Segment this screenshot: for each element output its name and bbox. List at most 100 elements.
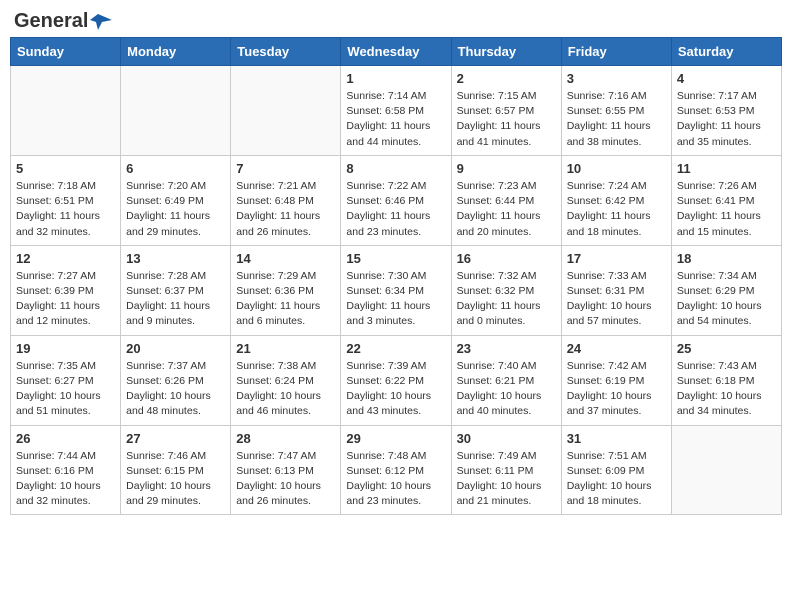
logo: General xyxy=(14,10,112,29)
calendar-cell: 21Sunrise: 7:38 AM Sunset: 6:24 PM Dayli… xyxy=(231,335,341,425)
day-number: 7 xyxy=(236,161,335,176)
day-number: 31 xyxy=(567,431,666,446)
day-number: 5 xyxy=(16,161,115,176)
calendar-cell: 24Sunrise: 7:42 AM Sunset: 6:19 PM Dayli… xyxy=(561,335,671,425)
day-number: 8 xyxy=(346,161,445,176)
day-info: Sunrise: 7:26 AM Sunset: 6:41 PM Dayligh… xyxy=(677,179,776,240)
day-info: Sunrise: 7:37 AM Sunset: 6:26 PM Dayligh… xyxy=(126,359,225,420)
day-info: Sunrise: 7:24 AM Sunset: 6:42 PM Dayligh… xyxy=(567,179,666,240)
weekday-header-wednesday: Wednesday xyxy=(341,38,451,66)
day-number: 20 xyxy=(126,341,225,356)
day-info: Sunrise: 7:51 AM Sunset: 6:09 PM Dayligh… xyxy=(567,449,666,510)
week-row-3: 12 Sunrise: 7:27 AM Sunset: 6:39 PM Dayli… xyxy=(11,245,782,335)
day-number: 30 xyxy=(457,431,556,446)
calendar-cell: 2 Sunrise: 7:15 AM Sunset: 6:57 PM Daylig… xyxy=(451,66,561,156)
calendar-cell: 29Sunrise: 7:48 AM Sunset: 6:12 PM Dayli… xyxy=(341,425,451,515)
day-info: Sunrise: 7:15 AM Sunset: 6:57 PM Dayligh… xyxy=(457,89,556,150)
calendar-cell: 14 Sunrise: 7:29 AM Sunset: 6:36 PM Dayli… xyxy=(231,245,341,335)
day-number: 22 xyxy=(346,341,445,356)
day-info: Sunrise: 7:32 AM Sunset: 6:32 PM Dayligh… xyxy=(457,269,556,330)
day-info: Sunrise: 7:43 AM Sunset: 6:18 PM Dayligh… xyxy=(677,359,776,420)
day-number: 9 xyxy=(457,161,556,176)
day-info: Sunrise: 7:40 AM Sunset: 6:21 PM Dayligh… xyxy=(457,359,556,420)
day-number: 18 xyxy=(677,251,776,266)
day-number: 12 xyxy=(16,251,115,266)
day-info: Sunrise: 7:49 AM Sunset: 6:11 PM Dayligh… xyxy=(457,449,556,510)
day-number: 29 xyxy=(346,431,445,446)
calendar-cell: 11 Sunrise: 7:26 AM Sunset: 6:41 PM Dayli… xyxy=(671,155,781,245)
calendar-cell: 27 Sunrise: 7:46 AM Sunset: 6:15 PM Dayli… xyxy=(121,425,231,515)
calendar-cell: 9 Sunrise: 7:23 AM Sunset: 6:44 PM Daylig… xyxy=(451,155,561,245)
weekday-header-thursday: Thursday xyxy=(451,38,561,66)
day-number: 11 xyxy=(677,161,776,176)
calendar-table: SundayMondayTuesdayWednesdayThursdayFrid… xyxy=(10,37,782,515)
calendar-cell xyxy=(121,66,231,156)
calendar-cell: 31 Sunrise: 7:51 AM Sunset: 6:09 PM Dayli… xyxy=(561,425,671,515)
logo-general: General xyxy=(14,10,88,33)
calendar-cell: 6 Sunrise: 7:20 AM Sunset: 6:49 PM Daylig… xyxy=(121,155,231,245)
day-info: Sunrise: 7:47 AM Sunset: 6:13 PM Dayligh… xyxy=(236,449,335,510)
day-number: 21 xyxy=(236,341,335,356)
calendar-cell: 28 Sunrise: 7:47 AM Sunset: 6:13 PM Dayli… xyxy=(231,425,341,515)
day-info: Sunrise: 7:21 AM Sunset: 6:48 PM Dayligh… xyxy=(236,179,335,240)
day-info: Sunrise: 7:14 AM Sunset: 6:58 PM Dayligh… xyxy=(346,89,445,150)
day-number: 19 xyxy=(16,341,115,356)
day-number: 23 xyxy=(457,341,556,356)
day-info: Sunrise: 7:29 AM Sunset: 6:36 PM Dayligh… xyxy=(236,269,335,330)
day-number: 17 xyxy=(567,251,666,266)
day-number: 26 xyxy=(16,431,115,446)
day-number: 15 xyxy=(346,251,445,266)
day-info: Sunrise: 7:18 AM Sunset: 6:51 PM Dayligh… xyxy=(16,179,115,240)
calendar-cell xyxy=(671,425,781,515)
calendar-cell: 1 Sunrise: 7:14 AM Sunset: 6:58 PM Daylig… xyxy=(341,66,451,156)
day-number: 14 xyxy=(236,251,335,266)
calendar-cell: 5 Sunrise: 7:18 AM Sunset: 6:51 PM Daylig… xyxy=(11,155,121,245)
day-number: 16 xyxy=(457,251,556,266)
logo-bird-icon xyxy=(90,12,112,32)
calendar-cell: 17 Sunrise: 7:33 AM Sunset: 6:31 PM Dayli… xyxy=(561,245,671,335)
page-header: General xyxy=(10,10,782,29)
day-info: Sunrise: 7:17 AM Sunset: 6:53 PM Dayligh… xyxy=(677,89,776,150)
day-info: Sunrise: 7:34 AM Sunset: 6:29 PM Dayligh… xyxy=(677,269,776,330)
day-info: Sunrise: 7:23 AM Sunset: 6:44 PM Dayligh… xyxy=(457,179,556,240)
calendar-cell: 26Sunrise: 7:44 AM Sunset: 6:16 PM Dayli… xyxy=(11,425,121,515)
day-info: Sunrise: 7:33 AM Sunset: 6:31 PM Dayligh… xyxy=(567,269,666,330)
week-row-5: 26Sunrise: 7:44 AM Sunset: 6:16 PM Dayli… xyxy=(11,425,782,515)
day-number: 28 xyxy=(236,431,335,446)
day-info: Sunrise: 7:27 AM Sunset: 6:39 PM Dayligh… xyxy=(16,269,115,330)
day-number: 4 xyxy=(677,71,776,86)
weekday-header-sunday: Sunday xyxy=(11,38,121,66)
calendar-cell xyxy=(231,66,341,156)
day-number: 13 xyxy=(126,251,225,266)
day-number: 6 xyxy=(126,161,225,176)
calendar-cell: 30 Sunrise: 7:49 AM Sunset: 6:11 PM Dayli… xyxy=(451,425,561,515)
calendar-cell: 23 Sunrise: 7:40 AM Sunset: 6:21 PM Dayli… xyxy=(451,335,561,425)
day-info: Sunrise: 7:20 AM Sunset: 6:49 PM Dayligh… xyxy=(126,179,225,240)
calendar-cell: 15Sunrise: 7:30 AM Sunset: 6:34 PM Dayli… xyxy=(341,245,451,335)
calendar-cell: 7 Sunrise: 7:21 AM Sunset: 6:48 PM Daylig… xyxy=(231,155,341,245)
calendar-cell: 18 Sunrise: 7:34 AM Sunset: 6:29 PM Dayli… xyxy=(671,245,781,335)
day-info: Sunrise: 7:22 AM Sunset: 6:46 PM Dayligh… xyxy=(346,179,445,240)
week-row-1: 1 Sunrise: 7:14 AM Sunset: 6:58 PM Daylig… xyxy=(11,66,782,156)
day-number: 2 xyxy=(457,71,556,86)
week-row-4: 19Sunrise: 7:35 AM Sunset: 6:27 PM Dayli… xyxy=(11,335,782,425)
calendar-cell: 22 Sunrise: 7:39 AM Sunset: 6:22 PM Dayli… xyxy=(341,335,451,425)
day-info: Sunrise: 7:46 AM Sunset: 6:15 PM Dayligh… xyxy=(126,449,225,510)
calendar-cell: 10 Sunrise: 7:24 AM Sunset: 6:42 PM Dayli… xyxy=(561,155,671,245)
calendar-cell: 20 Sunrise: 7:37 AM Sunset: 6:26 PM Dayli… xyxy=(121,335,231,425)
day-info: Sunrise: 7:28 AM Sunset: 6:37 PM Dayligh… xyxy=(126,269,225,330)
weekday-header-friday: Friday xyxy=(561,38,671,66)
calendar-cell: 4 Sunrise: 7:17 AM Sunset: 6:53 PM Daylig… xyxy=(671,66,781,156)
calendar-cell: 13 Sunrise: 7:28 AM Sunset: 6:37 PM Dayli… xyxy=(121,245,231,335)
calendar-cell: 25Sunrise: 7:43 AM Sunset: 6:18 PM Dayli… xyxy=(671,335,781,425)
day-info: Sunrise: 7:16 AM Sunset: 6:55 PM Dayligh… xyxy=(567,89,666,150)
calendar-cell: 8 Sunrise: 7:22 AM Sunset: 6:46 PM Daylig… xyxy=(341,155,451,245)
day-number: 24 xyxy=(567,341,666,356)
weekday-header-saturday: Saturday xyxy=(671,38,781,66)
day-info: Sunrise: 7:39 AM Sunset: 6:22 PM Dayligh… xyxy=(346,359,445,420)
calendar-cell: 19Sunrise: 7:35 AM Sunset: 6:27 PM Dayli… xyxy=(11,335,121,425)
day-number: 10 xyxy=(567,161,666,176)
day-number: 27 xyxy=(126,431,225,446)
day-number: 1 xyxy=(346,71,445,86)
calendar-cell: 3Sunrise: 7:16 AM Sunset: 6:55 PM Daylig… xyxy=(561,66,671,156)
